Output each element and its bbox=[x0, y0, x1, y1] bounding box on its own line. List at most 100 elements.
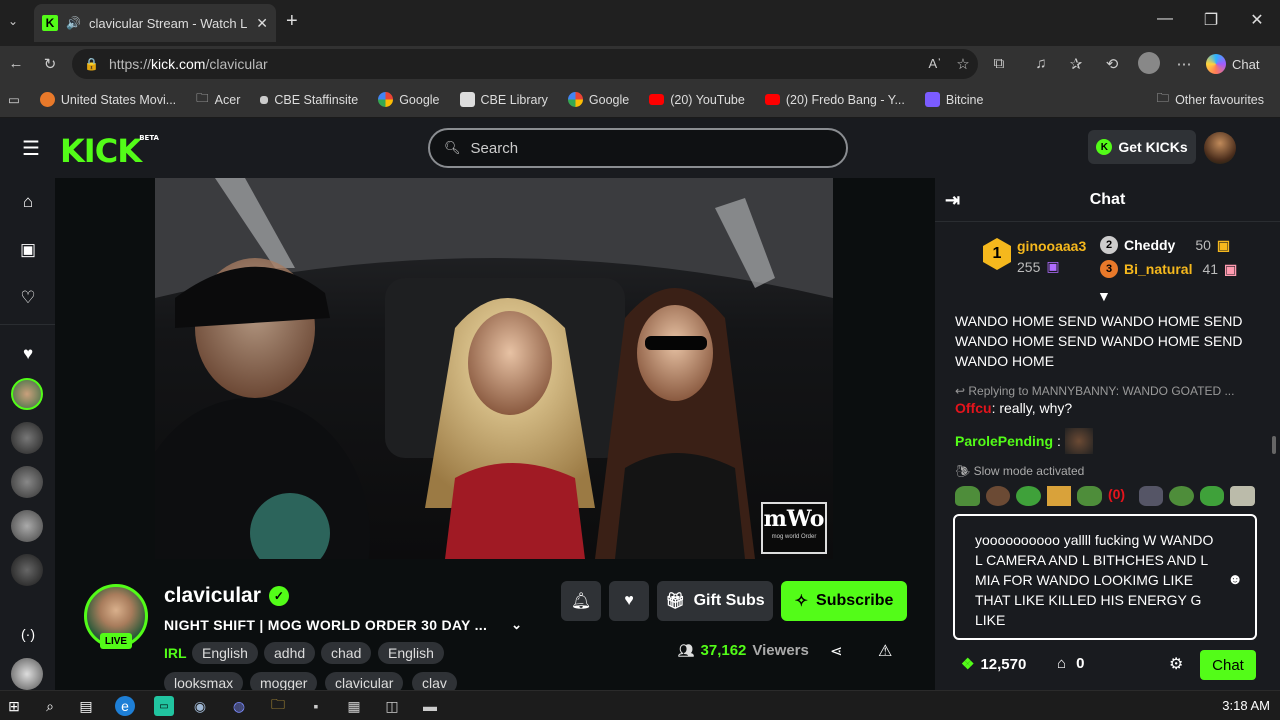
minimize-button[interactable]: — bbox=[1150, 10, 1180, 28]
app-icon[interactable]: ▦ bbox=[344, 696, 364, 716]
collapse-chat-icon[interactable]: ⇥ bbox=[945, 190, 960, 211]
subscribe-button[interactable]: ✧ Subscribe bbox=[781, 581, 907, 621]
close-window-button[interactable]: ✕ bbox=[1242, 10, 1272, 30]
kick-favicon-icon: K bbox=[42, 15, 58, 31]
back-icon[interactable]: ← bbox=[6, 55, 26, 72]
extensions-icon[interactable]: ⧉ bbox=[989, 55, 1009, 72]
system-message: 🐌︎ Slow mode activated bbox=[955, 461, 1255, 481]
share-icon[interactable]: ⋖ bbox=[830, 642, 843, 660]
bookmark-item[interactable]: CBE Staffinsite bbox=[250, 93, 368, 107]
home-icon[interactable]: ⌂ bbox=[14, 188, 42, 216]
followed-channel-avatar[interactable] bbox=[11, 378, 43, 410]
refresh-icon[interactable]: ↻ bbox=[40, 55, 60, 73]
search-placeholder: Search bbox=[470, 139, 519, 157]
emote bbox=[1077, 486, 1102, 506]
following-icon[interactable]: ♡ bbox=[14, 284, 42, 312]
report-warning-icon[interactable]: ⚠ bbox=[878, 641, 892, 661]
stream-tag[interactable]: English bbox=[378, 642, 444, 664]
page-info-icon[interactable]: 🔒 bbox=[84, 57, 99, 71]
collections-icon[interactable]: ▭ bbox=[0, 92, 30, 107]
stream-tag[interactable]: chad bbox=[321, 642, 372, 664]
task-view-icon[interactable]: ▤ bbox=[76, 696, 96, 716]
leaderboard-second[interactable]: 2 Cheddy 50 ▣ bbox=[1100, 236, 1230, 254]
user-avatar[interactable] bbox=[1204, 132, 1236, 164]
more-menu-icon[interactable]: ⋯ bbox=[1174, 55, 1194, 73]
search-icon: 🔍︎ bbox=[444, 140, 461, 155]
browser-tab[interactable]: K 🔊 clavicular Stream - Watch Live ✕ bbox=[34, 4, 276, 42]
follow-heart-button[interactable]: ♥ bbox=[609, 581, 649, 621]
copilot-chat-button[interactable]: Chat bbox=[1206, 51, 1259, 77]
bookmark-item[interactable]: Bitcine bbox=[915, 92, 994, 107]
chat-scrollbar[interactable] bbox=[1272, 436, 1276, 454]
new-tab-button[interactable]: + bbox=[286, 10, 298, 33]
kick-logo[interactable]: KICK BETA bbox=[60, 132, 159, 170]
favorite-star-icon[interactable]: ☆ bbox=[953, 55, 973, 73]
bookmark-item[interactable]: (20) YouTube bbox=[639, 93, 755, 107]
bookmark-item[interactable]: CBE Library bbox=[450, 92, 558, 107]
gift-subs-button[interactable]: 🎁︎ Gift Subs bbox=[657, 581, 773, 621]
bookmark-item[interactable]: Google bbox=[368, 92, 449, 107]
live-channels-icon[interactable]: (·) bbox=[14, 620, 42, 648]
profile-avatar[interactable] bbox=[1138, 52, 1160, 74]
leaderboard-first-name[interactable]: ginooaaa3 bbox=[1017, 238, 1086, 254]
sidebar-channel-avatar[interactable] bbox=[11, 658, 43, 690]
bookmark-label: Google bbox=[399, 92, 440, 107]
read-aloud-icon[interactable]: A᾽ bbox=[925, 56, 945, 71]
chat-username[interactable]: Offcu bbox=[955, 400, 992, 416]
notification-bell-button[interactable]: 🔔︎ bbox=[561, 581, 601, 621]
chat-username[interactable]: ParolePending bbox=[955, 431, 1053, 451]
tab-title: clavicular Stream - Watch Live bbox=[88, 15, 249, 31]
close-tab-icon[interactable]: ✕ bbox=[256, 15, 268, 32]
expand-leaderboard-icon[interactable]: ▼ bbox=[1097, 288, 1111, 304]
leaderboard-first-value-text: 255 bbox=[1017, 258, 1041, 275]
stream-tag[interactable]: English bbox=[192, 642, 258, 664]
followed-channel-avatar[interactable] bbox=[11, 422, 43, 454]
store-button[interactable]: ⌂ 0 bbox=[1057, 655, 1084, 672]
hamburger-menu-icon[interactable]: ☰ bbox=[22, 136, 40, 161]
media-icon[interactable]: ♫ bbox=[1031, 55, 1051, 72]
tab-list-icon[interactable]: ⌄ bbox=[8, 14, 18, 28]
discord-icon[interactable]: ◍ bbox=[229, 696, 249, 716]
url-bar[interactable]: 🔒 https://kick.com/clavicular bbox=[72, 49, 978, 79]
points-value: 12,570 bbox=[980, 655, 1027, 673]
speaker-icon[interactable]: 🔊 bbox=[66, 16, 81, 30]
epic-games-icon[interactable]: ▪ bbox=[306, 696, 326, 716]
bookmark-item[interactable]: Google bbox=[558, 92, 639, 107]
leaderboard-third-value: 41 bbox=[1202, 261, 1219, 277]
chat-message-input[interactable]: yoooooooooo yallll fucking W WANDO L CAM… bbox=[953, 514, 1257, 640]
chevron-down-icon[interactable]: ⌄ bbox=[511, 617, 522, 633]
history-icon[interactable]: ⟲ bbox=[1102, 55, 1122, 73]
followed-channel-avatar[interactable] bbox=[11, 554, 43, 586]
bookmark-item[interactable]: 🗀 Acer bbox=[186, 89, 250, 110]
chat-message: WANDO HOME SEND WANDO HOME SEND WANDO HO… bbox=[955, 313, 1243, 369]
followed-channel-avatar[interactable] bbox=[11, 510, 43, 542]
browse-icon[interactable]: ▣ bbox=[14, 236, 42, 264]
video-player[interactable]: mWo mog world Order bbox=[155, 178, 833, 559]
send-chat-button[interactable]: Chat bbox=[1200, 650, 1256, 680]
get-kicks-button[interactable]: K Get KICKs bbox=[1088, 130, 1196, 164]
gift-subs-label: Gift Subs bbox=[693, 592, 765, 609]
file-explorer-icon[interactable]: 🗀 bbox=[268, 696, 288, 716]
app-icon[interactable]: ▭ bbox=[154, 696, 174, 716]
channel-name[interactable]: clavicular ✓ bbox=[164, 584, 289, 608]
emote bbox=[955, 486, 980, 506]
followed-channel-avatar[interactable] bbox=[11, 466, 43, 498]
leaderboard-third[interactable]: 3 Bi_natural 41 ▣ bbox=[1100, 260, 1237, 278]
search-icon[interactable]: ⌕ bbox=[40, 696, 60, 716]
steam-icon[interactable]: ◉ bbox=[190, 696, 210, 716]
bookmark-item[interactable]: (20) Fredo Bang - Y... bbox=[755, 93, 915, 107]
bookmark-item[interactable]: United States Movi... bbox=[30, 92, 186, 107]
channel-points[interactable]: ❖ 12,570 bbox=[961, 655, 1027, 674]
other-favourites[interactable]: 🗀 Other favourites bbox=[1147, 89, 1280, 110]
stream-tag[interactable]: adhd bbox=[264, 642, 316, 664]
category-link[interactable]: IRL bbox=[164, 645, 187, 661]
restore-button[interactable]: ❐ bbox=[1196, 10, 1226, 30]
search-input[interactable]: 🔍︎ Search bbox=[428, 128, 848, 168]
windows-start-icon[interactable]: ⊞ bbox=[4, 696, 24, 716]
emoji-picker-icon[interactable]: ☻ bbox=[1227, 570, 1243, 590]
terminal-icon[interactable]: ▬ bbox=[420, 696, 440, 716]
edge-browser-icon[interactable]: e bbox=[115, 696, 135, 716]
store-icon[interactable]: ◫ bbox=[382, 696, 402, 716]
chat-settings-gear-icon[interactable]: ⚙ bbox=[1169, 654, 1183, 674]
favorites-icon[interactable]: ✰ bbox=[1066, 55, 1086, 73]
